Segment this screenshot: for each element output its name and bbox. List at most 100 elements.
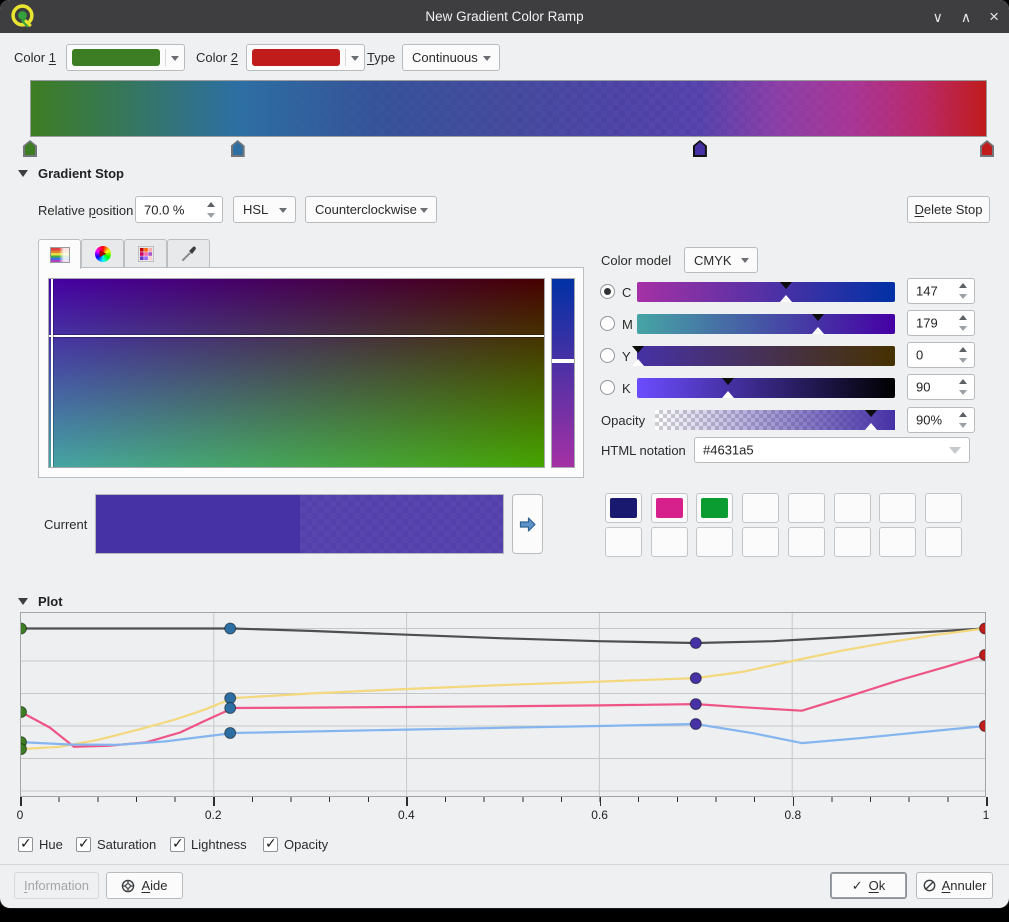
empty-swatch[interactable] xyxy=(696,527,733,557)
divider xyxy=(165,49,166,66)
saved-swatch[interactable] xyxy=(696,493,733,523)
spinner-arrows[interactable] xyxy=(958,408,970,432)
channel-slider-C[interactable] xyxy=(637,282,895,302)
channel-radio-M[interactable] xyxy=(600,316,615,331)
channel-value: 147 xyxy=(916,284,938,299)
empty-swatch[interactable] xyxy=(788,493,825,523)
chevron-down-icon xyxy=(949,447,961,454)
gradient-stop-marker[interactable] xyxy=(980,140,994,157)
empty-swatch[interactable] xyxy=(651,527,688,557)
gradient-stop-marker[interactable] xyxy=(231,140,245,157)
saved-swatch[interactable] xyxy=(605,493,642,523)
type-value: Continuous xyxy=(412,50,478,65)
opacity-gradient xyxy=(655,410,895,430)
opacity-slider[interactable] xyxy=(655,410,895,430)
spinner-arrows[interactable] xyxy=(958,279,970,303)
channel-slider-Y[interactable] xyxy=(637,346,895,366)
legend-label: Lightness xyxy=(191,837,247,852)
empty-swatch[interactable] xyxy=(834,493,871,523)
html-notation-input[interactable]: #4631a5 xyxy=(694,437,970,463)
gradient-plot[interactable] xyxy=(20,612,986,797)
cancel-button[interactable]: Annuler xyxy=(916,872,993,899)
empty-swatch[interactable] xyxy=(742,527,779,557)
collapse-arrow-icon[interactable] xyxy=(18,170,28,177)
chevron-down-icon xyxy=(483,56,491,61)
tab-color-wheel[interactable]: ▶ xyxy=(81,239,124,268)
channel-spinbox-Y[interactable]: 0 xyxy=(907,342,975,368)
cancel-icon xyxy=(923,879,936,892)
slider-handle[interactable] xyxy=(632,346,644,366)
color-spec-select[interactable]: HSL xyxy=(233,196,296,223)
channel-radio-K[interactable] xyxy=(600,380,615,395)
color1-button[interactable] xyxy=(66,44,185,71)
title-bar[interactable]: New Gradient Color Ramp ∨ ∧ × xyxy=(0,0,1009,33)
slider-handle[interactable] xyxy=(780,282,792,302)
channel-slider-K[interactable] xyxy=(637,378,895,398)
tab-color-sampler[interactable] xyxy=(167,239,210,268)
saved-swatch[interactable] xyxy=(651,493,688,523)
swatches-icon xyxy=(138,246,154,262)
empty-swatch[interactable] xyxy=(925,527,962,557)
opacity-value: 90% xyxy=(916,413,942,428)
empty-swatch[interactable] xyxy=(605,527,642,557)
hue-direction-select[interactable]: Counterclockwise xyxy=(305,196,437,223)
legend-checkbox-saturation[interactable] xyxy=(76,837,91,852)
opacity-spinbox[interactable]: 90% xyxy=(907,407,975,433)
color-box-cursor-v xyxy=(51,279,53,467)
tab-swatches[interactable] xyxy=(124,239,167,268)
tab-color-box[interactable] xyxy=(38,239,81,269)
slider-handle[interactable] xyxy=(812,314,824,334)
spinner-arrows[interactable] xyxy=(958,311,970,335)
channel-spinbox-M[interactable]: 179 xyxy=(907,310,975,336)
gradient-stop-marker[interactable] xyxy=(23,140,37,157)
empty-swatch[interactable] xyxy=(788,527,825,557)
window-title: New Gradient Color Ramp xyxy=(0,0,1009,33)
help-lifebuoy-icon xyxy=(121,879,135,893)
color2-button[interactable] xyxy=(246,44,365,71)
collapse-arrow-icon[interactable] xyxy=(18,598,28,605)
gradient-ramp-preview[interactable] xyxy=(30,80,987,137)
help-button[interactable]: Aide xyxy=(106,872,183,899)
color-box-icon xyxy=(50,247,70,263)
channel-spinbox-C[interactable]: 147 xyxy=(907,278,975,304)
legend-checkbox-lightness[interactable] xyxy=(170,837,185,852)
empty-swatch[interactable] xyxy=(834,527,871,557)
color-strip-slider[interactable] xyxy=(551,278,575,468)
empty-swatch[interactable] xyxy=(742,493,779,523)
channel-spinbox-K[interactable]: 90 xyxy=(907,374,975,400)
major-tick xyxy=(213,797,215,806)
channel-radio-C[interactable] xyxy=(600,284,615,299)
color-box-2d[interactable] xyxy=(48,278,545,468)
current-label: Current xyxy=(44,517,87,532)
empty-swatch[interactable] xyxy=(879,493,916,523)
delete-stop-button[interactable]: Delete Stop xyxy=(907,196,990,223)
apply-color-button[interactable] xyxy=(512,494,543,554)
spinner-arrows[interactable] xyxy=(206,197,218,222)
spinner-arrows[interactable] xyxy=(958,343,970,367)
relative-position-spinbox[interactable]: 70.0 % xyxy=(135,196,223,223)
slider-handle[interactable] xyxy=(722,378,734,398)
spinner-arrows[interactable] xyxy=(958,375,970,399)
type-select[interactable]: Continuous xyxy=(402,44,500,71)
channel-label: K xyxy=(622,381,631,396)
type-label: Type xyxy=(367,50,395,65)
channel-slider-M[interactable] xyxy=(637,314,895,334)
channel-radio-Y[interactable] xyxy=(600,348,615,363)
minimize-icon[interactable]: ∨ xyxy=(933,10,943,24)
legend-checkbox-hue[interactable] xyxy=(18,837,33,852)
empty-swatch[interactable] xyxy=(925,493,962,523)
close-icon[interactable]: × xyxy=(989,8,999,25)
color-model-select[interactable]: CMYK xyxy=(684,247,758,273)
major-tick xyxy=(406,797,408,806)
major-tick xyxy=(600,797,602,806)
information-button[interactable]: Information xyxy=(14,872,99,899)
chevron-down-icon xyxy=(741,258,749,263)
color-strip-cursor xyxy=(552,359,574,361)
ok-button[interactable]: ✓ Ok xyxy=(830,872,907,899)
major-tick xyxy=(986,797,988,806)
slider-handle[interactable] xyxy=(865,410,877,430)
gradient-stop-marker[interactable] xyxy=(693,140,707,157)
legend-checkbox-opacity[interactable] xyxy=(263,837,278,852)
maximize-icon[interactable]: ∧ xyxy=(961,10,971,24)
empty-swatch[interactable] xyxy=(879,527,916,557)
